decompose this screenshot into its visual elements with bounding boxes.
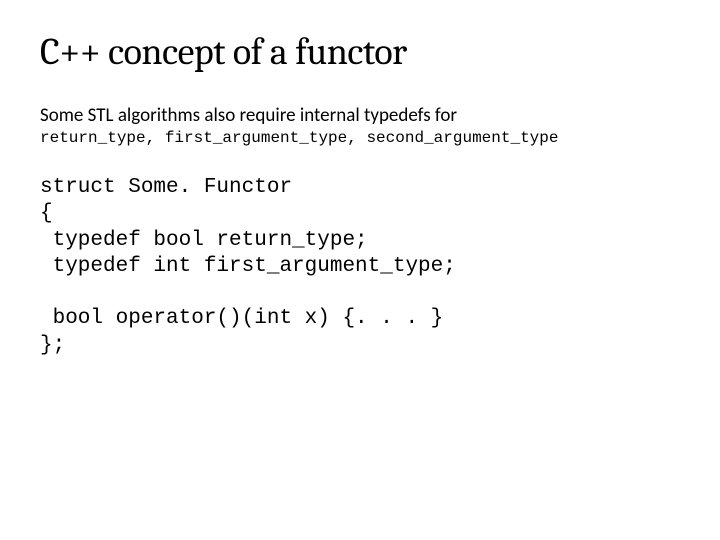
slide-title: C++ concept of a functor — [40, 30, 680, 74]
typedef-types-line: return_type, first_argument_type, second… — [40, 129, 680, 147]
slide: C++ concept of a functor Some STL algori… — [0, 0, 720, 540]
intro-text: Some STL algorithms also require interna… — [40, 104, 680, 127]
code-block: struct Some. Functor { typedef bool retu… — [40, 175, 680, 359]
